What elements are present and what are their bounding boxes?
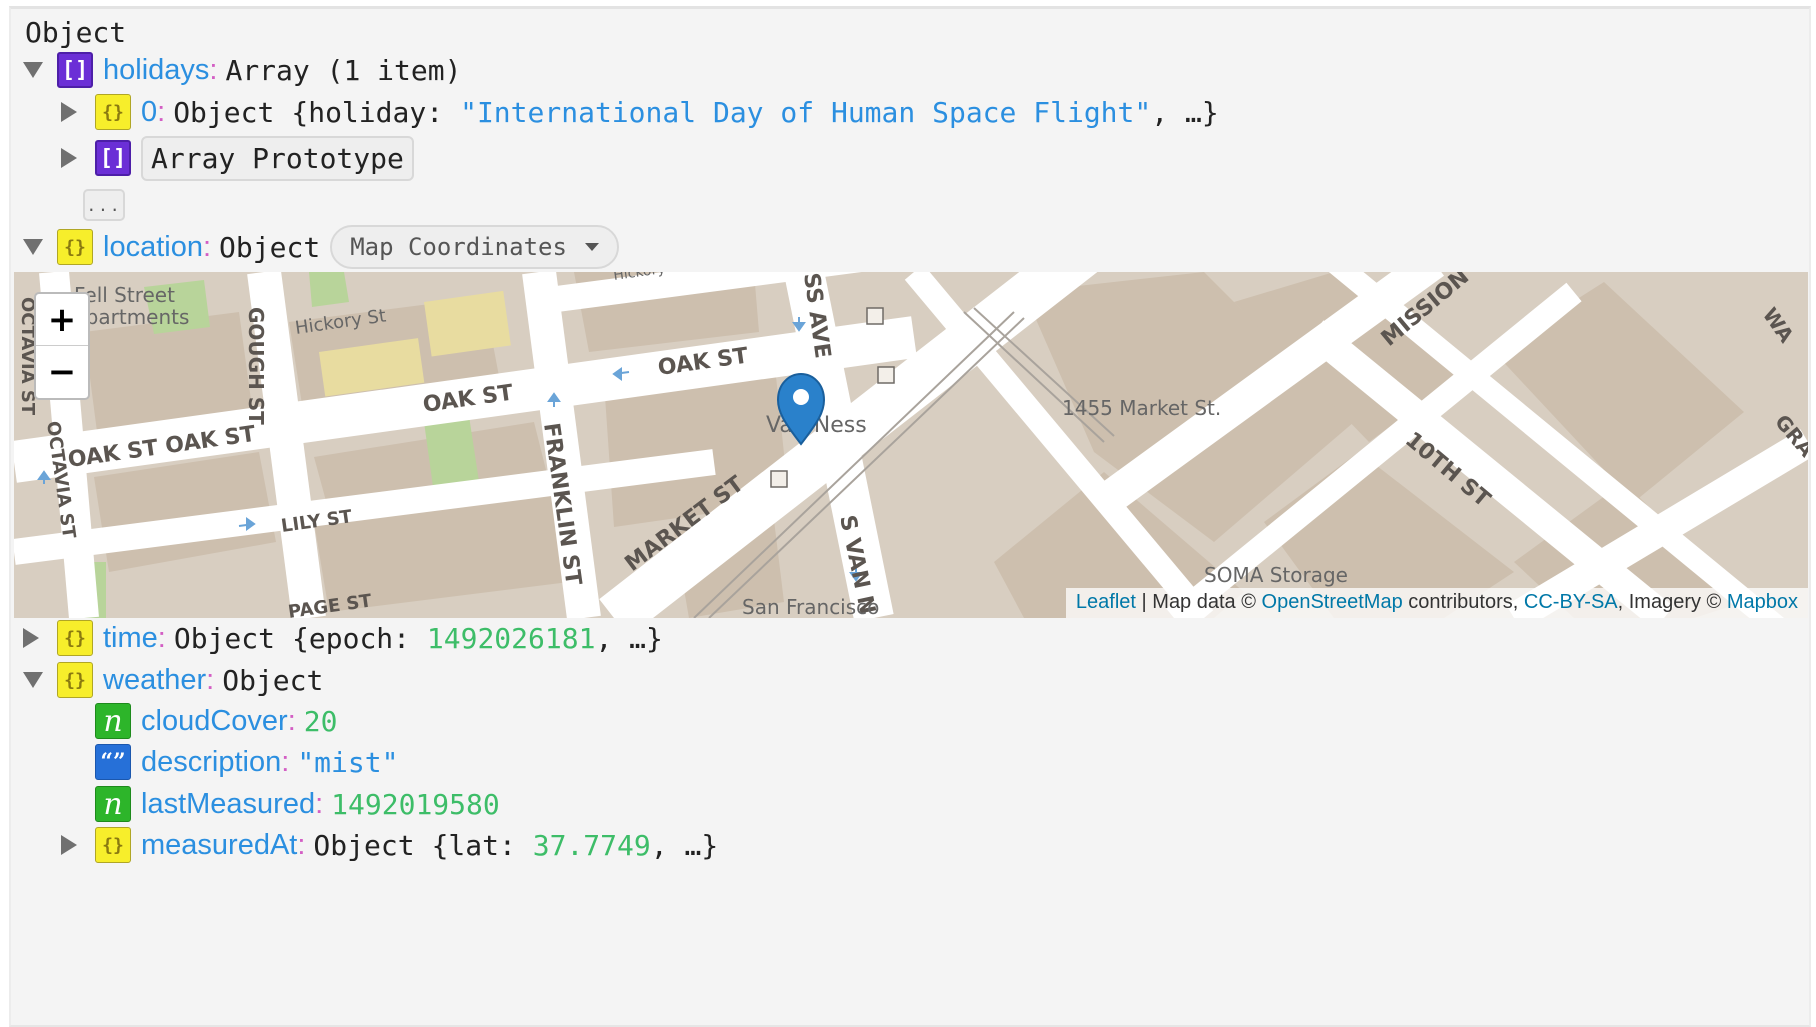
- visualizer-label: Map Coordinates: [350, 233, 567, 261]
- colon: :: [297, 828, 306, 861]
- object-type-icon: {}: [57, 229, 93, 265]
- array-type-icon: []: [95, 140, 131, 176]
- location-row[interactable]: {} location: Object Map Coordinates: [23, 224, 619, 270]
- property-key: holidays: [103, 53, 210, 86]
- description-row[interactable]: “” description: "mist": [61, 739, 398, 785]
- preview-field: holiday: [308, 95, 427, 129]
- preview-colon: :: [426, 95, 444, 129]
- property-key: measuredAt: [141, 828, 298, 861]
- map-view[interactable]: Fell Street Apartments Hickory St Hickor…: [14, 272, 1808, 618]
- preview-number-value: 1492026181: [426, 621, 596, 655]
- zoom-out-button[interactable]: −: [36, 346, 88, 397]
- colon: :: [209, 53, 218, 86]
- preview-rest: , …}: [650, 828, 719, 862]
- collapse-triangle-icon[interactable]: [23, 62, 43, 78]
- preview-number-value: 37.7749: [532, 828, 651, 862]
- colon: :: [157, 95, 166, 128]
- preview-open: {epoch:: [292, 621, 427, 655]
- expand-triangle-icon[interactable]: [61, 835, 77, 855]
- weather-row[interactable]: {} weather: Object: [23, 657, 323, 703]
- string-value: "mist": [297, 745, 399, 779]
- license-link[interactable]: CC-BY-SA: [1524, 591, 1618, 613]
- mapbox-link[interactable]: Mapbox: [1727, 591, 1798, 613]
- number-value: 20: [303, 704, 338, 738]
- array-prototype-label[interactable]: Array Prototype: [141, 135, 414, 181]
- property-type: Object: [173, 95, 275, 129]
- chevron-down-icon: [584, 243, 599, 251]
- attribution-text: | Map data ©: [1135, 591, 1262, 613]
- attribution-text: , Imagery ©: [1617, 591, 1727, 613]
- time-row[interactable]: {} time: Object {epoch: 1492026181, …}: [23, 615, 663, 661]
- expand-triangle-icon[interactable]: [61, 102, 77, 122]
- lastmeasured-row[interactable]: n lastMeasured: 1492019580: [61, 781, 500, 827]
- preview-open: {: [291, 95, 309, 129]
- preview-rest: , …}: [1151, 95, 1219, 129]
- number-value: 1492019580: [331, 787, 500, 821]
- map-label-sf: San Francisco: [742, 595, 879, 618]
- property-key: cloudCover: [141, 704, 288, 737]
- property-key: description: [141, 745, 282, 778]
- visualizer-dropdown[interactable]: Map Coordinates: [330, 225, 619, 269]
- colon: :: [206, 663, 215, 696]
- property-key: weather: [103, 663, 207, 696]
- map-label-gough: GOUGH ST: [244, 307, 268, 425]
- map-label-soma: SOMA Storage: [1204, 563, 1348, 587]
- holidays-item-0-row[interactable]: {} 0: Object {holiday: "International Day…: [61, 89, 1219, 135]
- zoom-in-button[interactable]: +: [36, 294, 88, 346]
- property-key: lastMeasured: [141, 787, 316, 820]
- attribution-text: contributors,: [1402, 591, 1524, 613]
- property-summary: Object: [222, 663, 324, 697]
- cloudcover-row[interactable]: n cloudCover: 20: [61, 698, 337, 744]
- object-type-icon: {}: [57, 662, 93, 698]
- preview-rest: , …}: [595, 621, 663, 655]
- zoom-control: + −: [34, 292, 90, 400]
- expand-triangle-icon[interactable]: [23, 628, 39, 648]
- number-type-icon: n: [95, 703, 131, 739]
- expand-triangle-icon[interactable]: [61, 148, 77, 168]
- leaflet-link[interactable]: Leaflet: [1076, 591, 1136, 613]
- holidays-row[interactable]: [] holidays: Array (1 item): [23, 47, 461, 93]
- colon: :: [287, 704, 296, 737]
- colon: :: [315, 787, 324, 820]
- root-label: Object: [25, 15, 127, 49]
- map-tiles[interactable]: Fell Street Apartments Hickory St Hickor…: [14, 272, 1808, 618]
- object-type-icon: {}: [95, 94, 131, 130]
- colon: :: [281, 745, 290, 778]
- property-key: time: [103, 621, 158, 654]
- measuredat-row[interactable]: {} measuredAt: Object {lat: 37.7749, …}: [61, 822, 718, 868]
- preview-string-value: "International Day of Human Space Flight…: [460, 95, 1152, 129]
- object-type-icon: {}: [95, 827, 131, 863]
- property-key: 0: [141, 95, 158, 128]
- preview-open: {lat:: [431, 828, 533, 862]
- array-prototype-row[interactable]: [] Array Prototype: [61, 135, 414, 181]
- colon: :: [157, 621, 166, 654]
- more-row[interactable]: ...: [83, 182, 125, 228]
- property-type: Object: [173, 621, 276, 655]
- array-type-icon: []: [57, 52, 93, 88]
- osm-link[interactable]: OpenStreetMap: [1262, 591, 1403, 613]
- property-summary: Object: [219, 230, 321, 264]
- string-type-icon: “”: [95, 744, 131, 780]
- more-ellipsis-button[interactable]: ...: [83, 189, 125, 221]
- property-type: Object: [313, 828, 415, 862]
- property-key: location: [103, 230, 203, 263]
- collapse-triangle-icon[interactable]: [23, 672, 43, 688]
- map-label-1455-market: 1455 Market St.: [1062, 396, 1221, 420]
- number-type-icon: n: [95, 786, 131, 822]
- colon: :: [202, 230, 212, 263]
- collapse-triangle-icon[interactable]: [23, 239, 43, 255]
- object-inspector: Object [] holidays: Array (1 item) {} 0:…: [9, 6, 1811, 1027]
- object-type-icon: {}: [57, 620, 93, 656]
- map-attribution: Leaflet | Map data © OpenStreetMap contr…: [1065, 588, 1808, 618]
- property-summary: Array (1 item): [225, 53, 462, 87]
